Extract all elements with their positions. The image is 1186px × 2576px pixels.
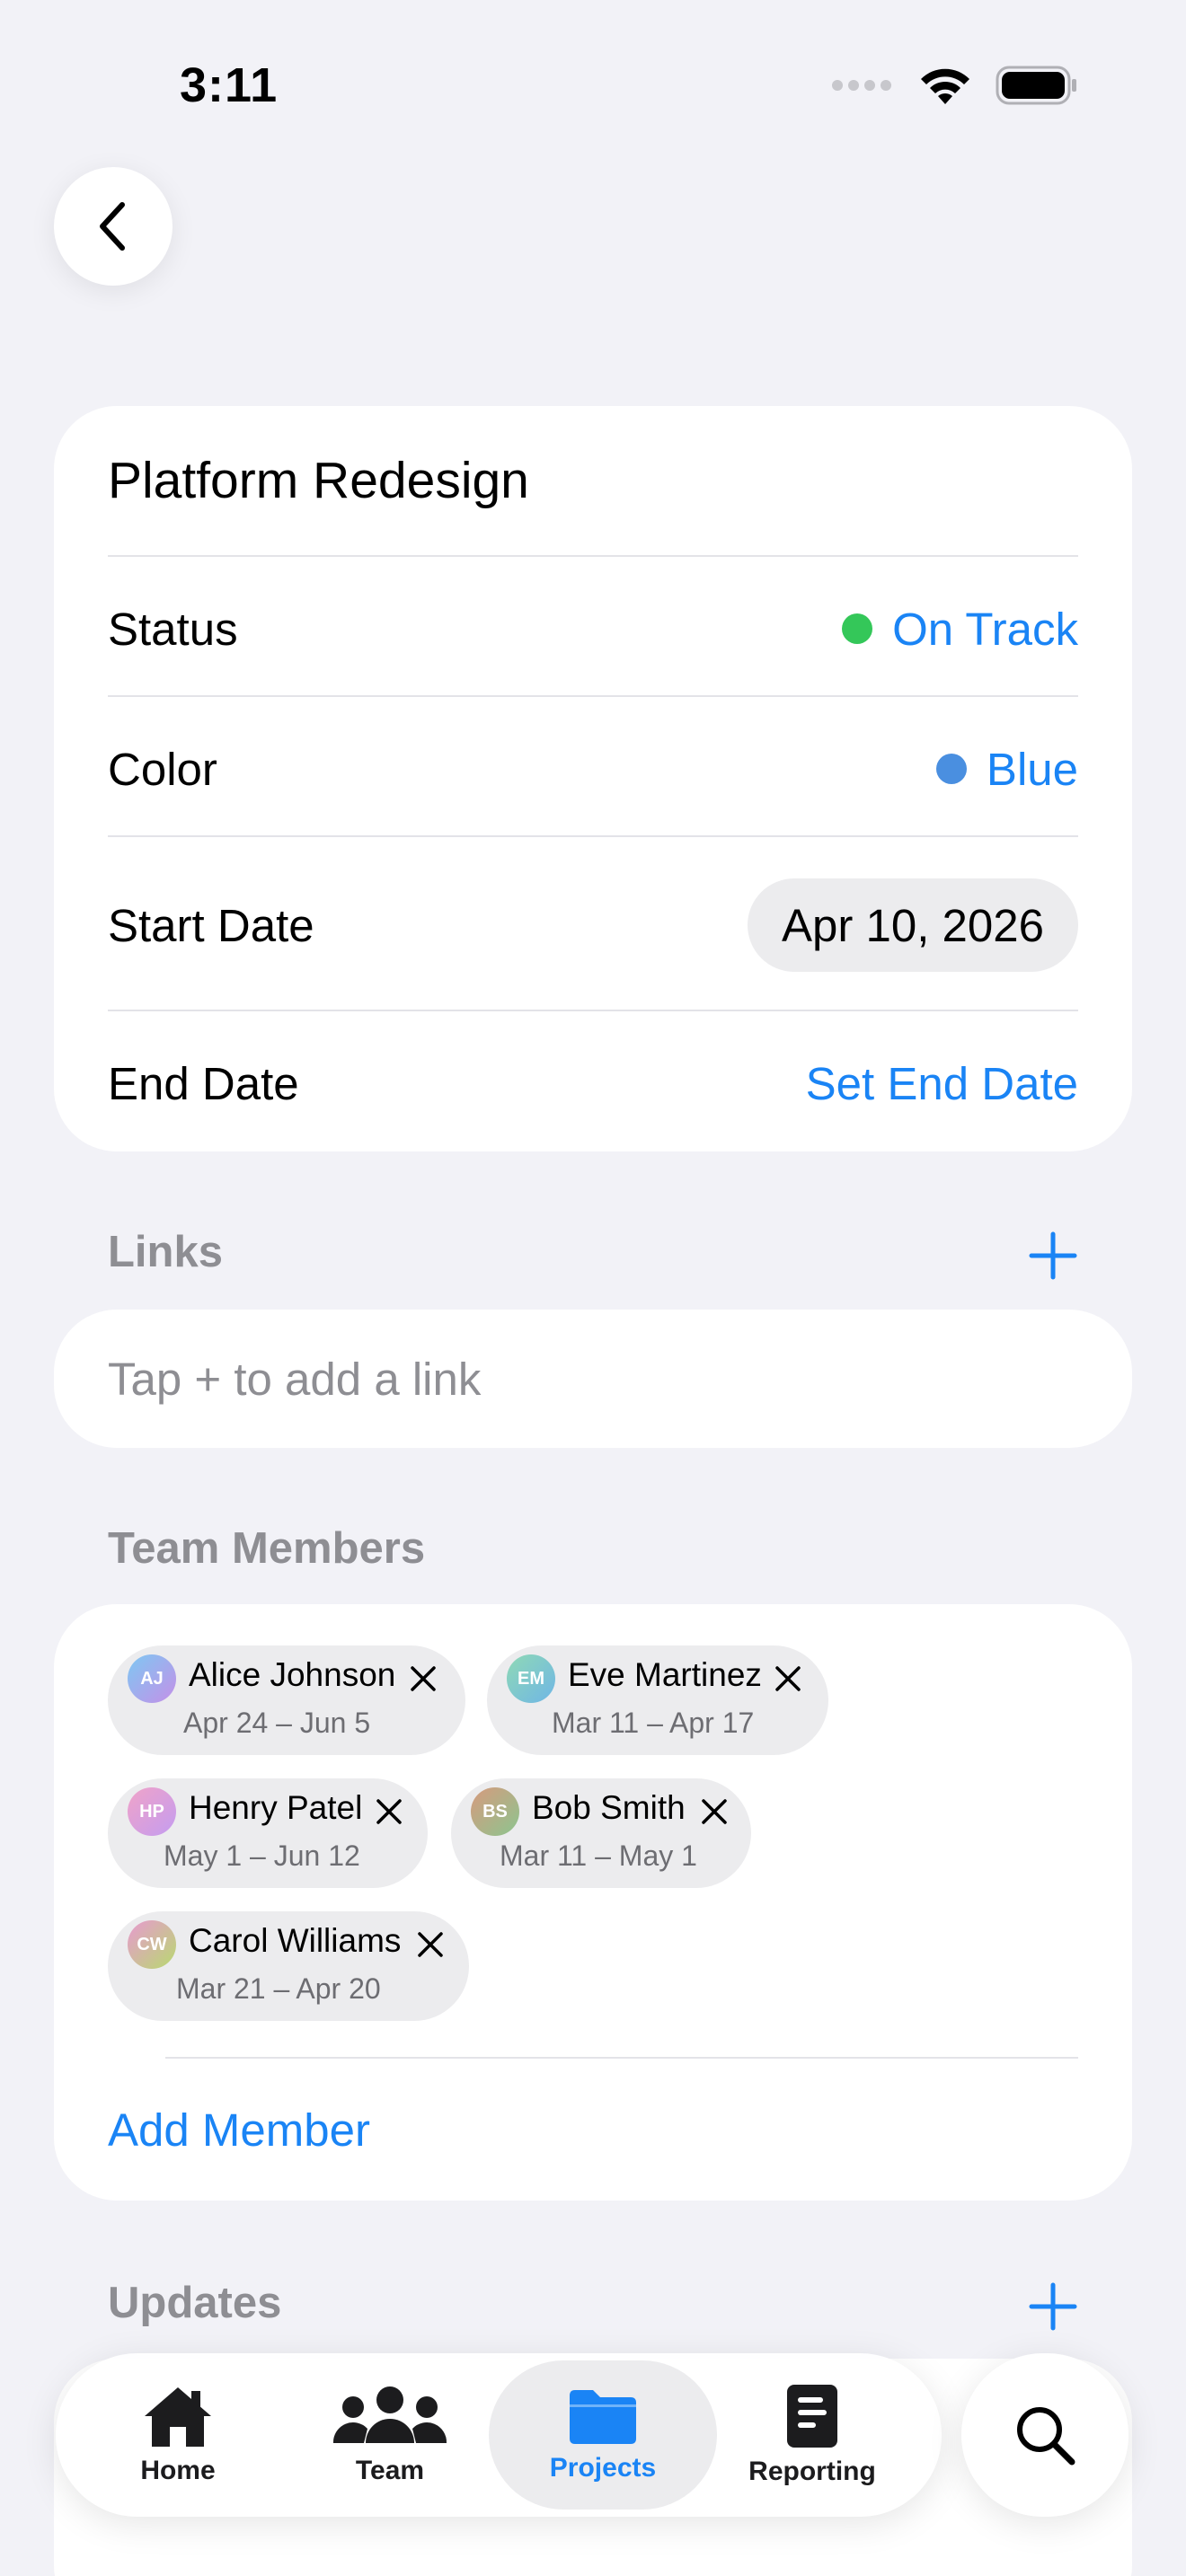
- member-dates: Mar 11 – Apr 17: [552, 1707, 755, 1739]
- status-label: Status: [108, 603, 238, 655]
- people-icon: [332, 2386, 447, 2443]
- start-date-picker[interactable]: Apr 10, 2026: [747, 878, 1078, 972]
- member-name: Alice Johnson: [189, 1656, 396, 1693]
- battery-icon: [996, 66, 1076, 105]
- remove-member-icon[interactable]: [408, 1663, 438, 1694]
- divider: [108, 555, 1078, 557]
- document-icon: [787, 2385, 837, 2448]
- remove-member-icon[interactable]: [415, 1929, 446, 1960]
- links-header: Links: [108, 1228, 223, 1276]
- links-empty-text: Tap + to add a link: [108, 1353, 482, 1405]
- tab-reporting[interactable]: Reporting: [706, 2360, 918, 2510]
- end-date-label: End Date: [108, 1057, 299, 1109]
- links-card: Tap + to add a link: [54, 1310, 1132, 1448]
- tab-label: Team: [355, 2456, 425, 2485]
- remove-member-icon[interactable]: [773, 1663, 803, 1694]
- member-dates: May 1 – Jun 12: [164, 1839, 360, 1872]
- member-chip[interactable]: CW Carol Williams Mar 21 – Apr 20: [108, 1911, 469, 2021]
- tab-label: Projects: [549, 2453, 657, 2483]
- search-icon: [1017, 2407, 1075, 2466]
- color-value[interactable]: Blue: [935, 743, 1078, 796]
- avatar: BS: [471, 1787, 519, 1836]
- tab-home[interactable]: Home: [72, 2360, 284, 2510]
- start-date-label: Start Date: [108, 899, 314, 951]
- search-button[interactable]: [961, 2353, 1128, 2517]
- tab-projects[interactable]: Projects: [489, 2360, 717, 2510]
- start-date-row: Start Date Apr 10, 2026: [108, 878, 1078, 972]
- team-members-card: AJ Alice Johnson Apr 24 – Jun 5 EM Eve M…: [54, 1604, 1132, 2201]
- divider: [165, 2057, 1078, 2059]
- member-name: Bob Smith: [532, 1789, 686, 1826]
- member-name: Eve Martinez: [568, 1656, 762, 1693]
- color-value-text: Blue: [986, 743, 1078, 795]
- project-details-card: Platform Redesign Status On Track Color …: [54, 406, 1132, 1151]
- status-value-text: On Track: [892, 603, 1078, 655]
- member-chip[interactable]: AJ Alice Johnson Apr 24 – Jun 5: [108, 1645, 465, 1755]
- updates-header: Updates: [108, 2279, 282, 2327]
- member-dates: Apr 24 – Jun 5: [183, 1707, 371, 1739]
- status-icons: [832, 65, 1078, 106]
- color-label: Color: [108, 743, 217, 795]
- member-chip[interactable]: BS Bob Smith Mar 11 – May 1: [451, 1778, 751, 1888]
- status-time: 3:11: [180, 58, 279, 112]
- divider: [108, 1010, 1078, 1011]
- tab-label: Reporting: [748, 2457, 876, 2486]
- remove-member-icon[interactable]: [699, 1796, 730, 1827]
- status-row[interactable]: Status On Track: [108, 584, 1078, 674]
- avatar: EM: [507, 1654, 555, 1703]
- avatar: HP: [128, 1787, 176, 1836]
- divider: [108, 695, 1078, 697]
- status-dot: [842, 613, 873, 644]
- add-member-button[interactable]: Add Member: [108, 2104, 370, 2157]
- avatar: AJ: [128, 1654, 176, 1703]
- member-dates: Mar 21 – Apr 20: [176, 1972, 381, 2005]
- back-button[interactable]: [54, 167, 173, 286]
- member-name: Henry Patel: [189, 1789, 363, 1826]
- add-update-plus-icon[interactable]: [1028, 2281, 1078, 2332]
- set-end-date-button[interactable]: Set End Date: [806, 1057, 1078, 1110]
- member-chip[interactable]: EM Eve Martinez Mar 11 – Apr 17: [487, 1645, 828, 1755]
- wifi-icon: [921, 68, 969, 104]
- remove-member-icon[interactable]: [374, 1796, 404, 1827]
- tab-team[interactable]: Team: [284, 2360, 496, 2510]
- folder-icon: [570, 2390, 636, 2444]
- color-dot: [935, 754, 967, 784]
- team-members-header: Team Members: [108, 1524, 426, 1573]
- status-bar: 3:11: [0, 0, 1186, 171]
- add-link-plus-icon[interactable]: [1028, 1231, 1078, 1281]
- member-name: Carol Williams: [189, 1922, 402, 1959]
- member-chip[interactable]: HP Henry Patel May 1 – Jun 12: [108, 1778, 428, 1888]
- end-date-row: End Date Set End Date: [108, 1038, 1078, 1128]
- chevron-left-icon: [100, 202, 125, 251]
- tab-label: Home: [140, 2456, 216, 2485]
- avatar: CW: [128, 1920, 176, 1969]
- project-title[interactable]: Platform Redesign: [108, 451, 529, 510]
- status-value[interactable]: On Track: [842, 603, 1078, 656]
- cellular-signal-icon: [832, 80, 891, 91]
- tab-bar: Home Team Projects Reporting: [56, 2353, 942, 2517]
- member-dates: Mar 11 – May 1: [500, 1839, 697, 1872]
- house-icon: [145, 2387, 211, 2447]
- color-row[interactable]: Color Blue: [108, 724, 1078, 814]
- divider: [108, 835, 1078, 837]
